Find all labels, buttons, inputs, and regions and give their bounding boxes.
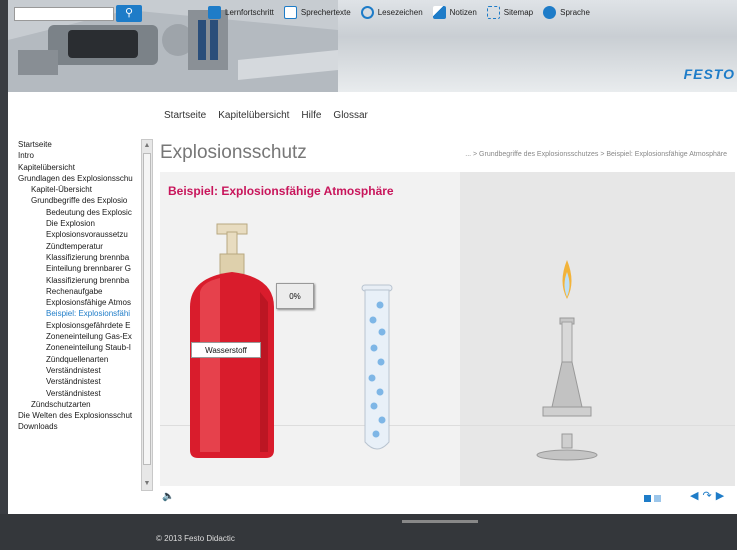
progress-icon [208,6,221,19]
breadcrumb: ... > Grundbegriffe des Explosionsschutz… [465,151,727,158]
hydrogen-cylinder[interactable] [190,223,274,458]
sidebar-tree: Startseite Intro Kapitelübersicht Grundlage… [18,139,154,489]
toolbar-bookmarks[interactable]: Lesezeichen [360,6,423,19]
sidebar-item[interactable]: Explosionsgefährdete E [18,320,154,331]
search-input[interactable] [14,7,114,21]
globe-icon [543,6,557,19]
sidebar-item[interactable]: Bedeutung des Explosic [18,207,154,218]
toolbar-sitemap-label: Sitemap [503,8,534,17]
search-button[interactable]: ⚲ [116,5,142,22]
footer: © 2013 Festo Didactic [0,514,737,550]
search-icon: ⚲ [124,7,134,19]
sidebar-item[interactable]: Zoneneinteilung Staub-I [18,342,154,353]
resize-grip[interactable] [402,520,478,523]
toolbar-speaker-texts-label: Sprechertexte [300,8,351,17]
toolbar-sitemap[interactable]: Sitemap [486,6,534,19]
simulation-scene: Beispiel: Explosionsfähige Atmosphäre 0%… [160,172,735,486]
toolbar-progress-label: Lernfortschritt [225,8,274,17]
sidebar-item[interactable]: Intro [18,150,154,161]
main-panel: Startseite Kapitelübersicht Hilfe Glossa… [8,92,737,514]
navigation-arrows: ◀ ↷ ▶ [690,489,724,502]
sidebar-item[interactable]: Grundlagen des Explosionsschu [18,173,154,184]
next-icon[interactable]: ▶ [716,489,724,502]
sidebar-item[interactable]: Klassifizierung brennba [18,275,154,286]
scene-illustration [190,223,598,461]
sidebar-item[interactable]: Rechenaufgabe [18,286,154,297]
sidebar-item[interactable]: Verständnistest [18,376,154,387]
speaker-icon[interactable]: 🔈 [162,491,174,502]
sidebar-item[interactable]: Beispiel: Explosionsfähi [18,308,154,319]
festo-logo: FESTO [683,66,735,82]
header: ⚲ Lernfortschritt Sprechertexte Lesezeic… [8,0,737,92]
replay-icon[interactable]: ↷ [702,489,711,502]
sidebar-item[interactable]: Kapitel-Übersicht [18,184,154,195]
sidebar-item[interactable]: Zoneneinteilung Gas-Ex [18,331,154,342]
bookmark-icon [360,6,374,19]
sidebar-item[interactable]: Klassifizierung brennba [18,252,154,263]
player-controls: 🔈 ◀ ↷ ▶ [160,488,735,508]
toolbar-progress[interactable]: Lernfortschritt [208,6,274,19]
pencil-icon [432,6,446,19]
sitemap-icon [486,6,500,19]
document-icon [283,6,297,19]
sidebar-item[interactable]: Einteilung brennbarer G [18,263,154,274]
scroll-up-icon[interactable]: ▲ [142,140,152,152]
page-title: Explosionsschutz [160,142,307,163]
previous-icon[interactable]: ◀ [690,489,698,502]
scroll-down-icon[interactable]: ▼ [142,478,152,490]
toolbar-language-label: Sprache [560,8,590,17]
bunsen-burner[interactable] [536,260,598,461]
gas-name-label: Wasserstoff [191,342,261,358]
nav-glossar[interactable]: Glossar [333,110,367,121]
sidebar-item[interactable]: Die Explosion [18,218,154,229]
sidebar-item[interactable]: Explosionsfähige Atmos [18,297,154,308]
concentration-readout: 0% [276,283,314,309]
test-tube[interactable] [361,284,393,450]
page-dot-current[interactable] [644,495,651,502]
sidebar-item[interactable]: Verständnistest [18,388,154,399]
sidebar-item[interactable]: Zündtemperatur [18,241,154,252]
sidebar-item[interactable]: Explosionsvoraussetzu [18,229,154,240]
sidebar-item[interactable]: Startseite [18,139,154,150]
nav-startseite[interactable]: Startseite [164,110,206,121]
sidebar-scrollbar[interactable]: ▲ ▼ [141,139,153,491]
nav-hilfe[interactable]: Hilfe [301,110,321,121]
sidebar-item[interactable]: Zündquellenarten [18,354,154,365]
sidebar-item[interactable]: Verständnistest [18,365,154,376]
page-dot-next[interactable] [654,495,661,502]
page-indicator [644,495,661,502]
sidebar-item[interactable]: Kapitelübersicht [18,162,154,173]
top-toolbar: Lernfortschritt Sprechertexte Lesezeiche… [208,6,590,19]
sidebar-item[interactable]: Grundbegriffe des Explosio [18,195,154,206]
copyright-text: © 2013 Festo Didactic [156,534,235,543]
toolbar-notes[interactable]: Notizen [432,6,477,19]
toolbar-language[interactable]: Sprache [543,6,590,19]
toolbar-bookmarks-label: Lesezeichen [377,8,423,17]
toolbar-notes-label: Notizen [449,8,477,17]
sidebar-item[interactable]: Downloads [18,421,154,432]
nav-kapiteluebersicht[interactable]: Kapitelübersicht [218,110,289,121]
sidebar-item[interactable]: Die Welten des Explosionsschut [18,410,154,421]
main-navigation: Startseite Kapitelübersicht Hilfe Glossa… [164,110,368,121]
toolbar-speaker-texts[interactable]: Sprechertexte [283,6,351,19]
sidebar-item[interactable]: Zündschutzarten [18,399,154,410]
scroll-thumb[interactable] [143,153,151,465]
